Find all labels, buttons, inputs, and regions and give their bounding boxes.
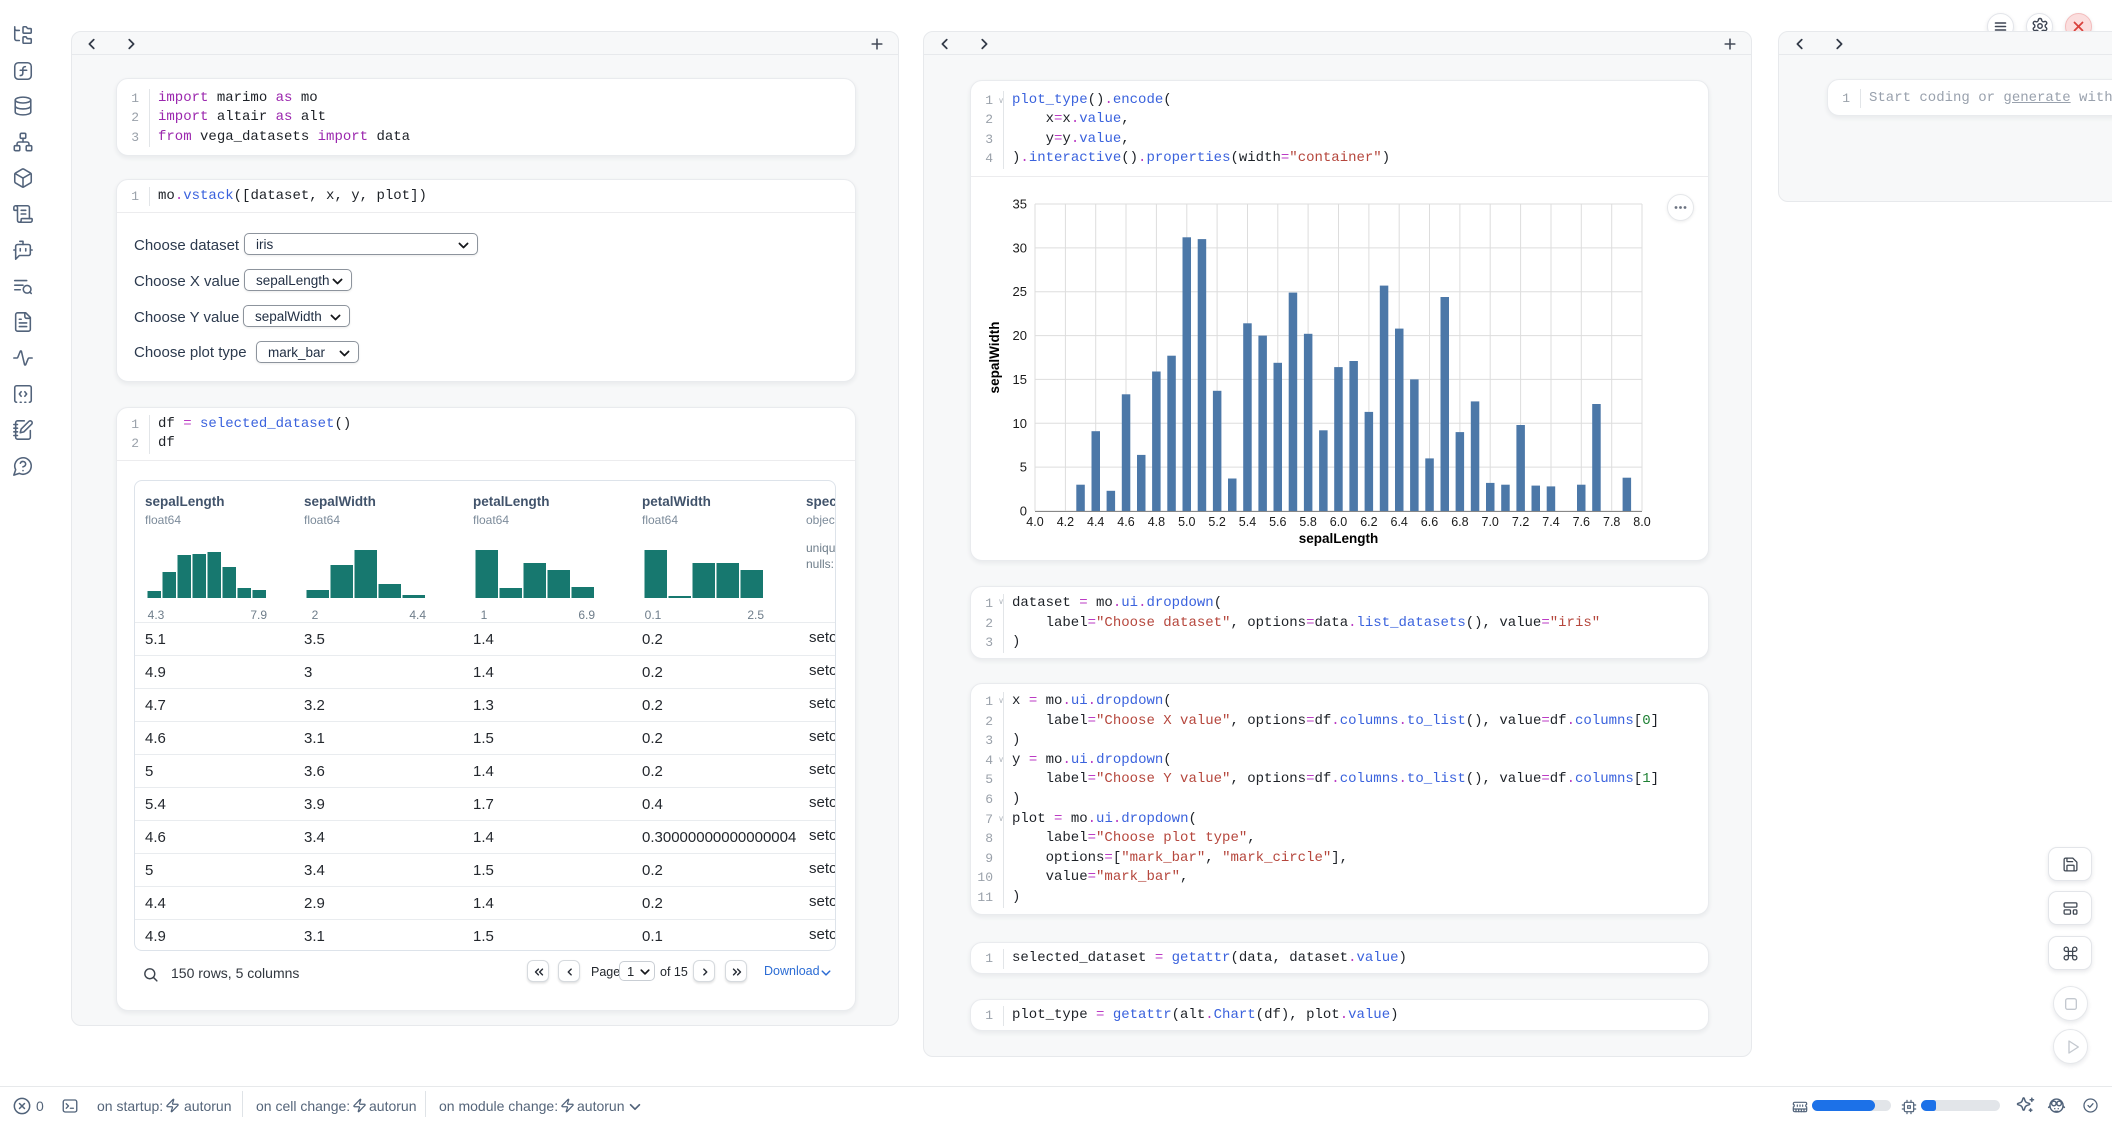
svg-text:5.2: 5.2 <box>1208 515 1225 529</box>
svg-text:25: 25 <box>1013 284 1027 299</box>
svg-text:7.8: 7.8 <box>1603 515 1620 529</box>
svg-text:4.6: 4.6 <box>1117 515 1134 529</box>
svg-text:15: 15 <box>1013 372 1027 387</box>
svg-text:4.2: 4.2 <box>1057 515 1074 529</box>
svg-text:5.4: 5.4 <box>1239 515 1256 529</box>
svg-text:6.0: 6.0 <box>1330 515 1347 529</box>
svg-text:7.6: 7.6 <box>1573 515 1590 529</box>
svg-text:6.4: 6.4 <box>1391 515 1408 529</box>
svg-text:5.8: 5.8 <box>1299 515 1316 529</box>
svg-text:7.4: 7.4 <box>1542 515 1559 529</box>
svg-text:20: 20 <box>1013 328 1027 343</box>
svg-text:sepalLength: sepalLength <box>1299 531 1379 546</box>
svg-text:10: 10 <box>1013 416 1027 431</box>
svg-text:6.6: 6.6 <box>1421 515 1438 529</box>
svg-text:7.2: 7.2 <box>1512 515 1529 529</box>
svg-text:30: 30 <box>1013 240 1027 255</box>
svg-text:8.0: 8.0 <box>1633 515 1650 529</box>
svg-text:5.0: 5.0 <box>1178 515 1195 529</box>
svg-text:5: 5 <box>1020 460 1027 475</box>
svg-text:sepalWidth: sepalWidth <box>987 322 1002 394</box>
svg-text:6.2: 6.2 <box>1360 515 1377 529</box>
svg-text:6.8: 6.8 <box>1451 515 1468 529</box>
svg-text:4.4: 4.4 <box>1087 515 1104 529</box>
svg-text:35: 35 <box>1013 197 1027 212</box>
svg-text:4.8: 4.8 <box>1148 515 1165 529</box>
svg-text:7.0: 7.0 <box>1482 515 1499 529</box>
svg-text:5.6: 5.6 <box>1269 515 1286 529</box>
svg-text:4.0: 4.0 <box>1026 515 1043 529</box>
